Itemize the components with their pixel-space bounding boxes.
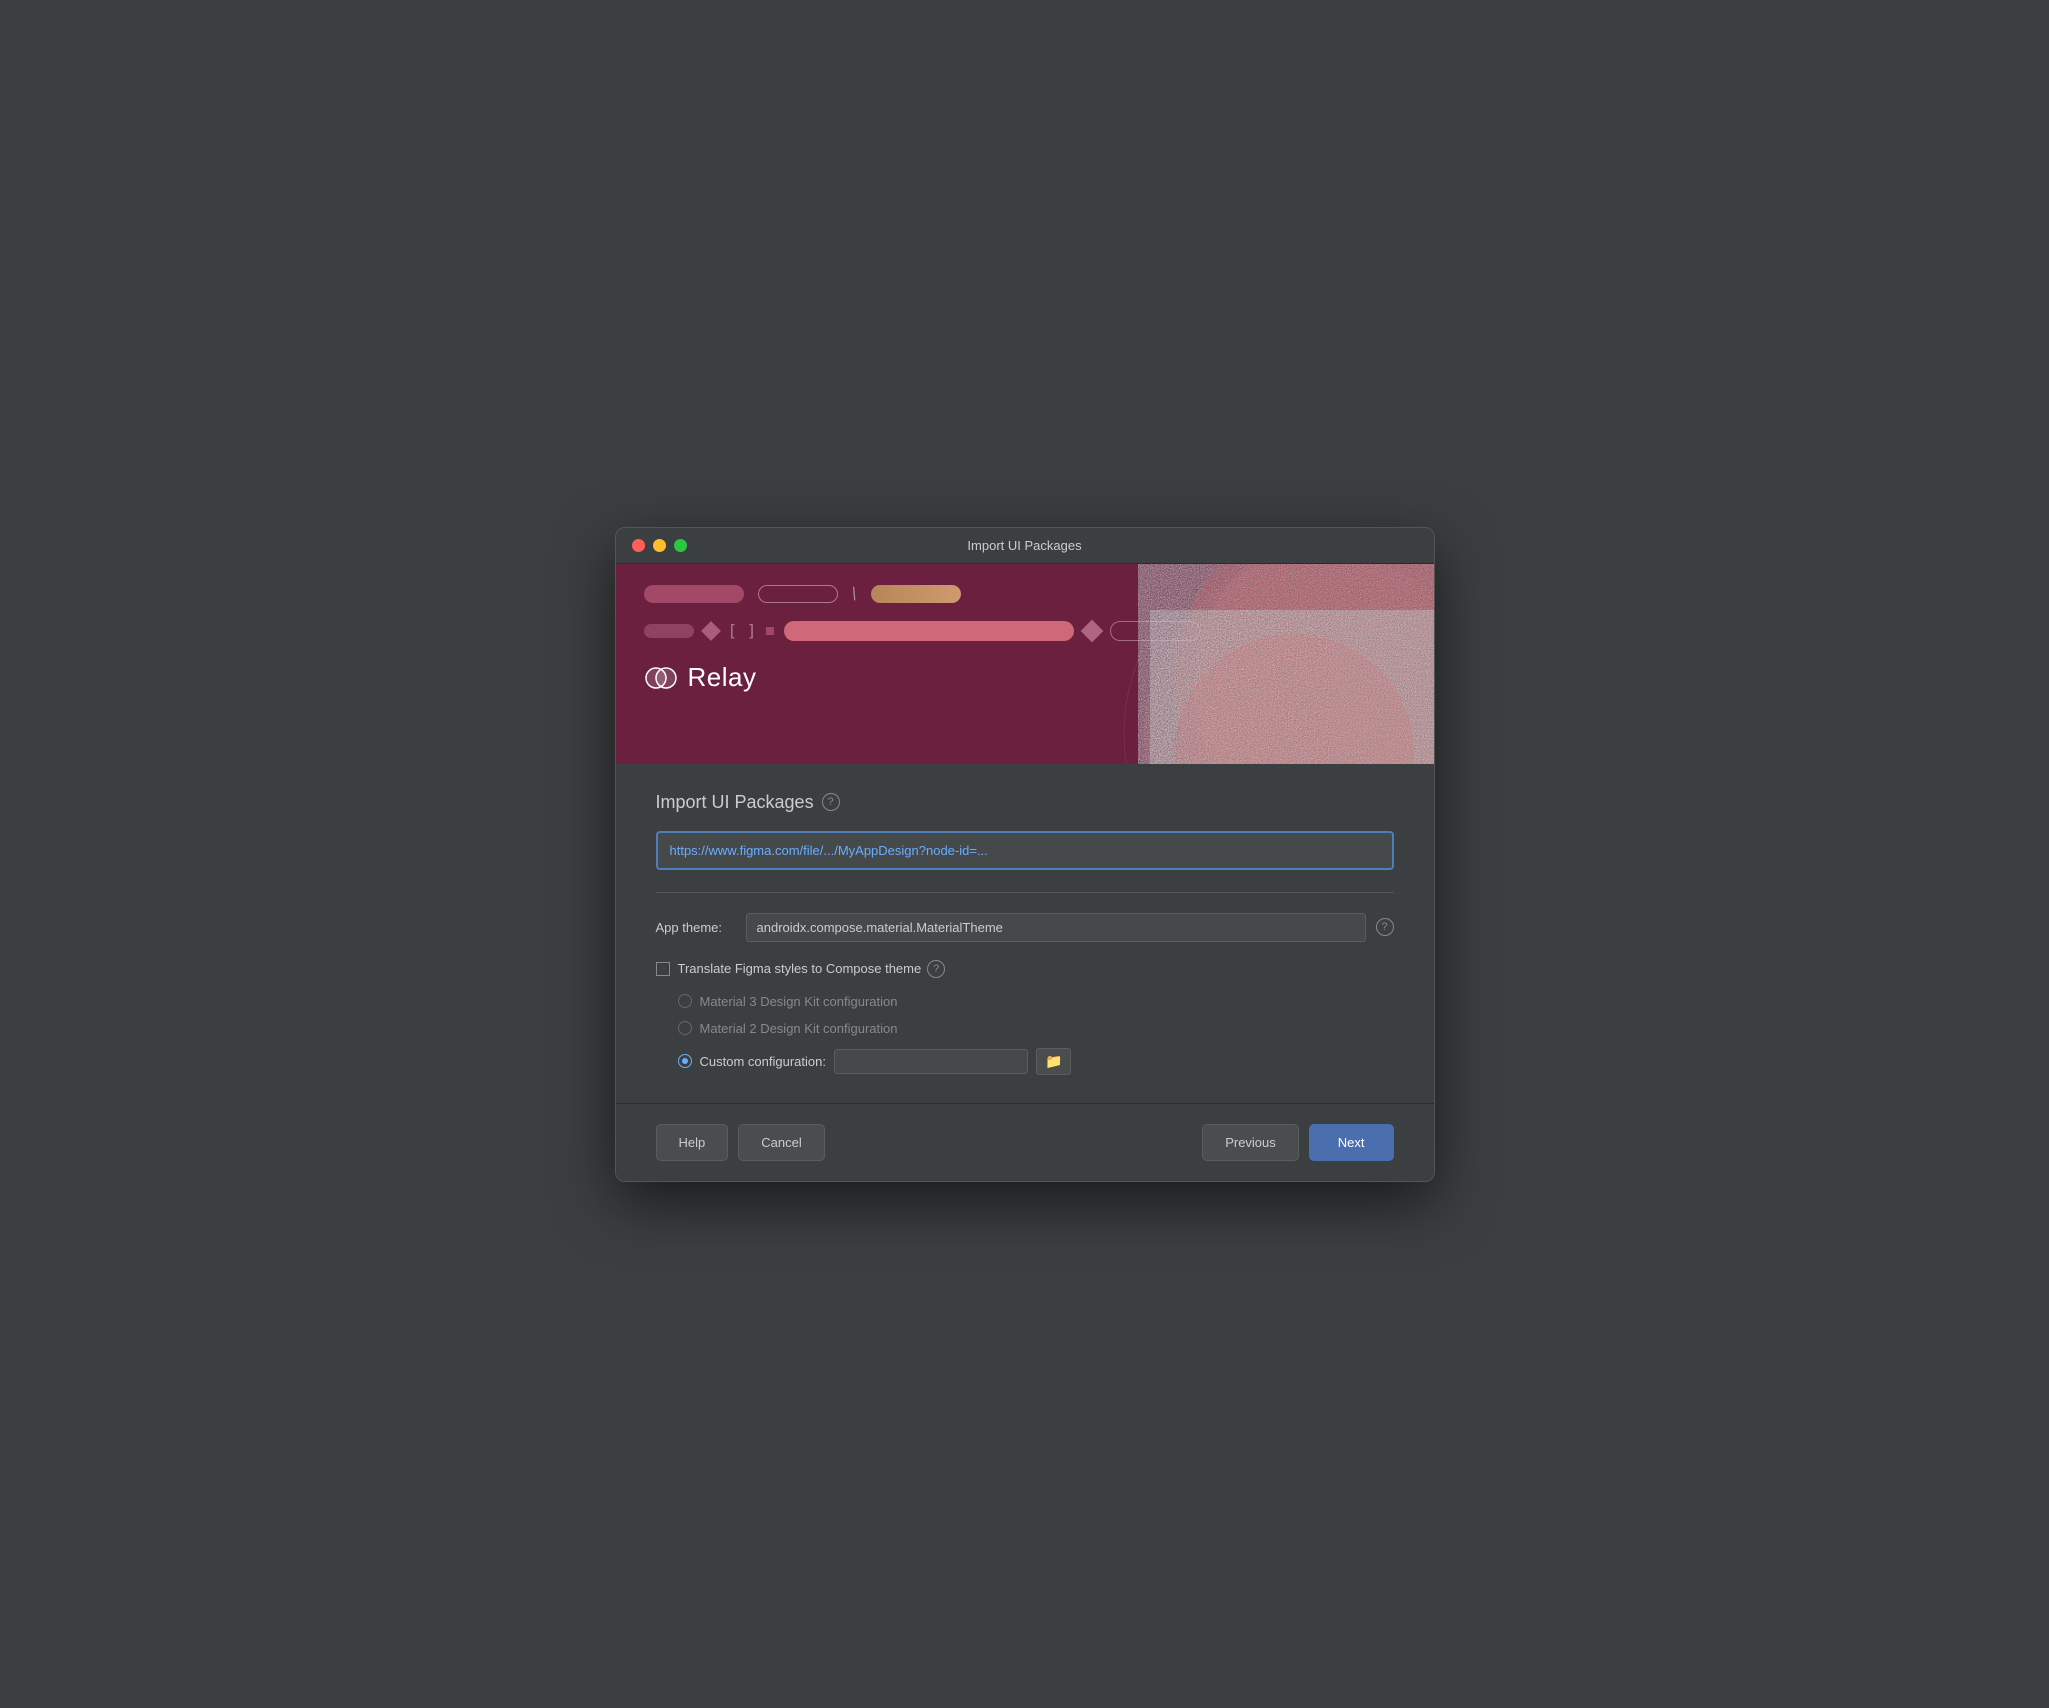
hero-decorations: / [ ] Relay [616,564,1434,764]
footer: Help Cancel Previous Next [616,1103,1434,1181]
main-content: Import UI Packages ? App theme: ? Transl… [616,764,1434,1103]
cancel-button[interactable]: Cancel [738,1124,824,1161]
url-input-container [656,831,1394,870]
translate-help-icon[interactable]: ? [927,960,945,978]
translate-checkbox-label: Translate Figma styles to Compose theme … [678,960,946,978]
relay-logo-icon [644,661,678,695]
folder-browse-button[interactable]: 📁 [1036,1048,1071,1075]
deco-small-pill [644,624,694,638]
deco-square [766,627,774,635]
custom-config-row: Custom configuration: 📁 [700,1048,1072,1075]
deco-row-1: / [644,584,1406,605]
translate-checkbox-row: Translate Figma styles to Compose theme … [656,960,1394,978]
app-theme-help-icon[interactable]: ? [1376,918,1394,936]
window: Import UI Packages / [615,527,1435,1182]
relay-logo-text: Relay [688,662,757,693]
deco-pill-outline-2 [1110,621,1200,641]
deco-brackets: [ ] [728,621,757,640]
radio-label-material3: Material 3 Design Kit configuration [700,994,898,1009]
minimize-button[interactable] [653,539,666,552]
radio-row-custom: Custom configuration: 📁 [678,1048,1394,1075]
footer-left: Help Cancel [656,1124,825,1161]
help-button[interactable]: Help [656,1124,729,1161]
radio-label-custom: Custom configuration: [700,1054,826,1069]
radio-label-material2: Material 2 Design Kit configuration [700,1021,898,1036]
deco-row-2: [ ] [644,621,1406,641]
deco-slash: / [848,583,860,604]
next-button[interactable]: Next [1309,1124,1394,1161]
maximize-button[interactable] [674,539,687,552]
folder-icon: 📁 [1045,1053,1062,1069]
section-header: Import UI Packages ? [656,792,1394,813]
deco-diamond-2 [1081,619,1104,642]
radio-group: Material 3 Design Kit configuration Mate… [656,994,1394,1075]
relay-logo: Relay [644,661,1406,695]
section-help-icon[interactable]: ? [822,793,840,811]
deco-pill-3 [871,585,961,603]
section-title: Import UI Packages [656,792,814,813]
deco-pill-1 [644,585,744,603]
deco-pill-2 [758,585,838,603]
custom-config-input[interactable] [834,1049,1028,1074]
window-title: Import UI Packages [967,538,1081,553]
app-theme-row: App theme: ? [656,913,1394,942]
divider [656,892,1394,893]
radio-row-material3: Material 3 Design Kit configuration [678,994,1394,1009]
app-theme-input[interactable] [746,913,1366,942]
radio-row-material2: Material 2 Design Kit configuration [678,1021,1394,1036]
titlebar: Import UI Packages [616,528,1434,564]
hero-banner: / [ ] Relay [616,564,1434,764]
figma-url-input[interactable] [656,831,1394,870]
deco-diamond-1 [701,621,721,641]
deco-long-pill [784,621,1074,641]
translate-checkbox[interactable] [656,962,670,976]
radio-material3[interactable] [678,994,692,1008]
radio-material2[interactable] [678,1021,692,1035]
radio-custom[interactable] [678,1054,692,1068]
window-controls [632,539,687,552]
previous-button[interactable]: Previous [1202,1124,1299,1161]
footer-right: Previous Next [1202,1124,1393,1161]
app-theme-label: App theme: [656,920,736,935]
close-button[interactable] [632,539,645,552]
